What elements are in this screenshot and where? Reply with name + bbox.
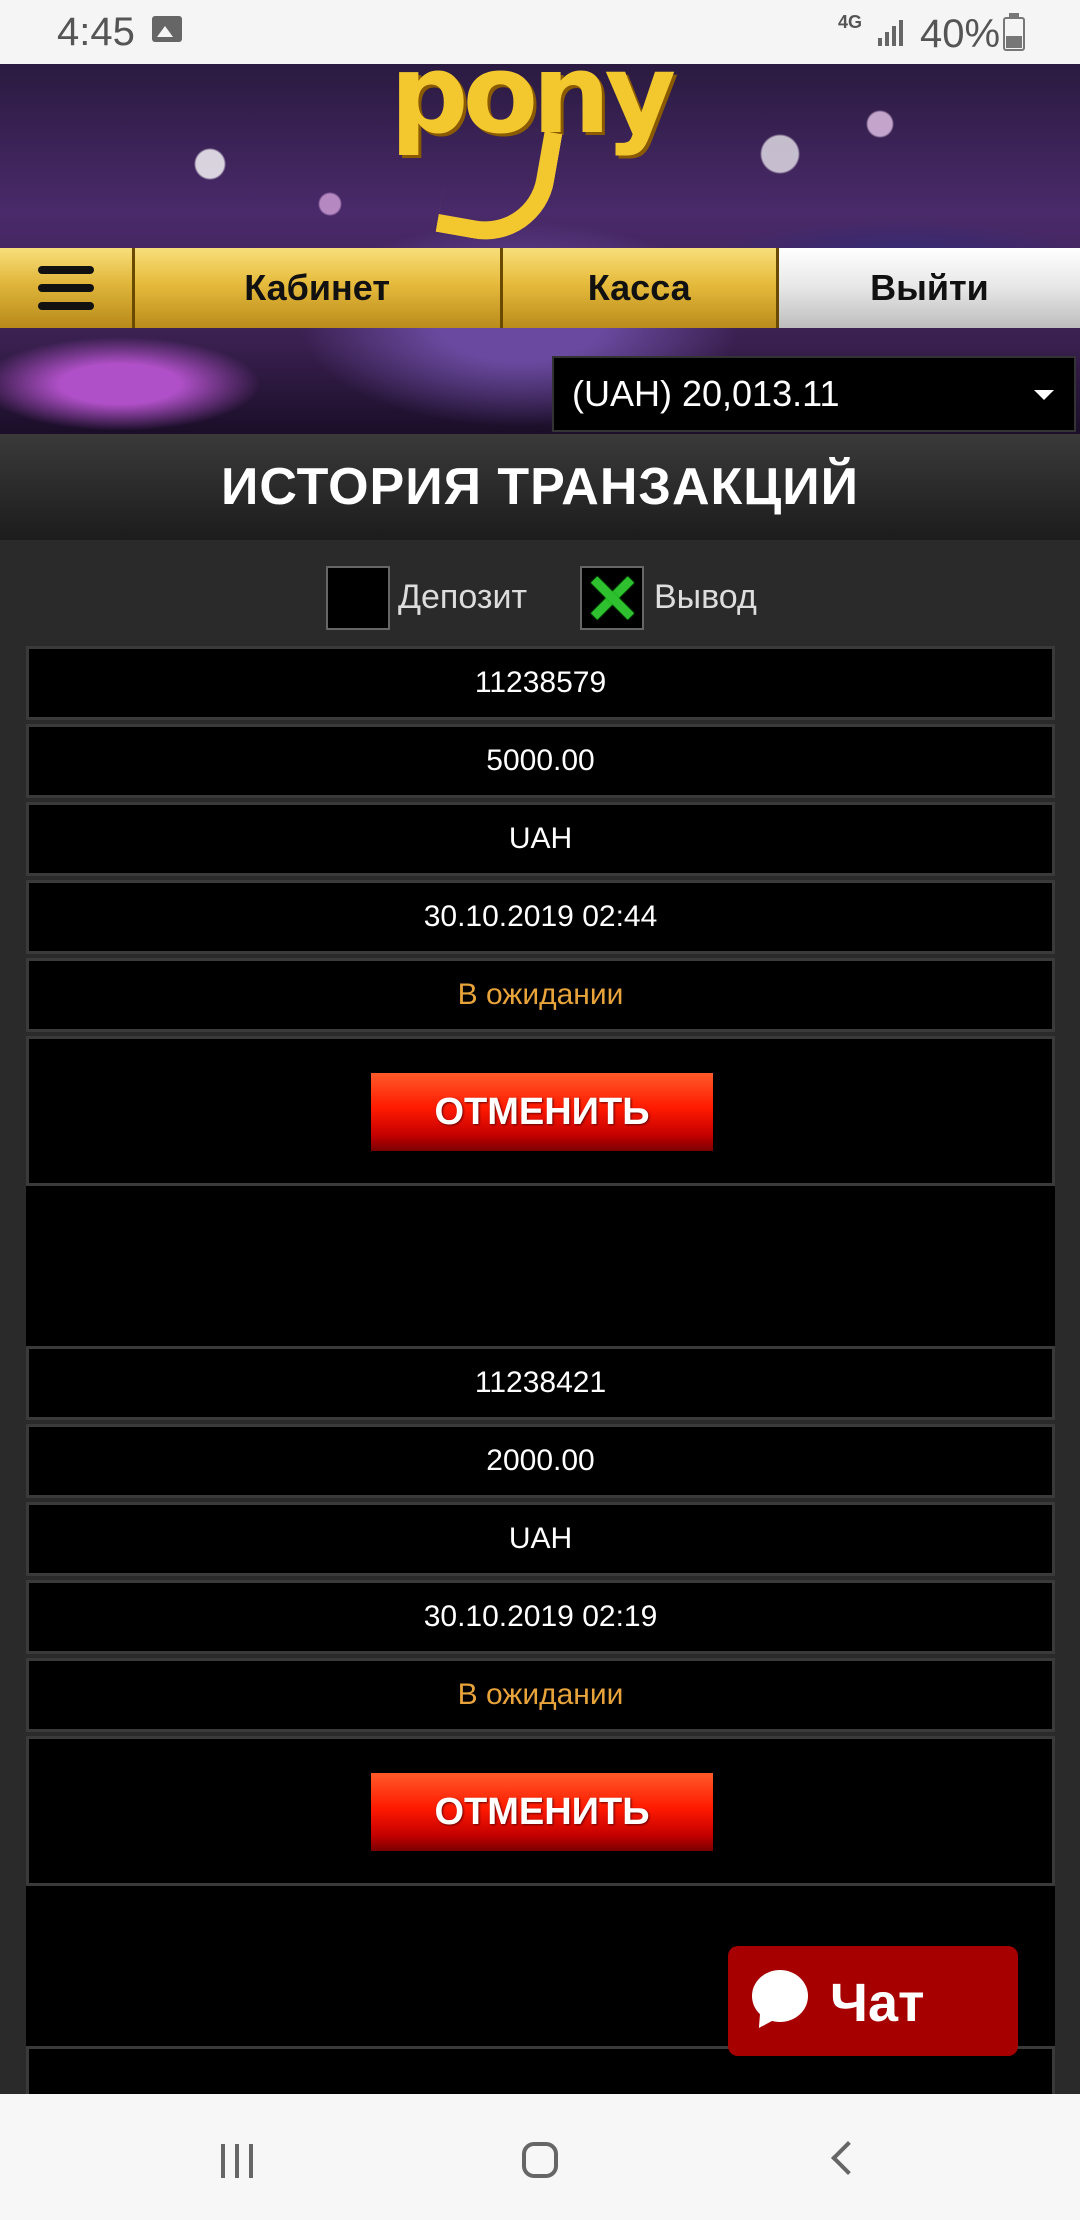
transaction-amount: 5000.00: [26, 724, 1055, 798]
transaction-amount: 2000.00: [26, 1424, 1055, 1498]
transaction-status: В ожидании: [26, 1658, 1055, 1732]
cabinet-button[interactable]: Кабинет: [134, 248, 503, 328]
withdraw-label: Вывод: [654, 578, 757, 616]
balance-select[interactable]: (UAH) 20,013.11: [552, 356, 1076, 432]
transaction-datetime: 30.10.2019 02:19: [26, 1580, 1055, 1654]
transaction-status: В ожидании: [26, 958, 1055, 1032]
transaction-separator: [26, 1186, 1055, 1346]
logout-button[interactable]: Выйти: [778, 248, 1080, 328]
battery-percent: 40%: [920, 12, 1001, 56]
transaction-id: 11238579: [26, 646, 1055, 720]
status-bar: 4:45 4G 40%: [0, 0, 1080, 64]
transaction-actions: ОТМЕНИТЬ: [26, 1036, 1055, 1186]
header-banner: pony Кабинет Касса Выйти (UAH) 20,013.11: [0, 64, 1080, 434]
transaction-actions: ОТМЕНИТЬ: [26, 1736, 1055, 1886]
deposit-label: Депозит: [398, 578, 528, 616]
back-icon[interactable]: [831, 2141, 865, 2175]
signal-icon: [876, 18, 906, 46]
transaction-currency: UAH: [26, 1502, 1055, 1576]
status-time: 4:45: [57, 10, 135, 54]
deposit-checkbox[interactable]: [326, 566, 390, 630]
top-nav: Кабинет Касса Выйти: [0, 248, 1080, 328]
chat-label: Чат: [830, 1973, 925, 2033]
chat-button[interactable]: Чат: [728, 1946, 1018, 2056]
chevron-down-icon: [1034, 390, 1054, 400]
network-type-icon: 4G: [838, 12, 863, 32]
home-icon[interactable]: [522, 2142, 558, 2178]
image-notification-icon: [152, 16, 182, 42]
hamburger-icon: [37, 266, 94, 310]
withdraw-checkbox[interactable]: [580, 566, 644, 630]
recents-icon[interactable]: [221, 2144, 257, 2178]
menu-button[interactable]: [0, 248, 135, 328]
logo-swoosh: [435, 115, 563, 251]
transaction-id: 11238421: [26, 1346, 1055, 1420]
system-nav-bar: [0, 2094, 1080, 2220]
chat-bubble-icon: [752, 1970, 808, 2022]
cancel-button[interactable]: ОТМЕНИТЬ: [371, 1073, 713, 1151]
transaction-datetime: 30.10.2019 02:44: [26, 880, 1055, 954]
cashier-button[interactable]: Касса: [502, 248, 779, 328]
transaction-filters: Депозит Вывод: [0, 566, 1080, 630]
battery-icon: [1003, 13, 1025, 51]
cancel-button[interactable]: ОТМЕНИТЬ: [371, 1773, 713, 1851]
page-title: ИСТОРИЯ ТРАНЗАКЦИЙ: [0, 434, 1080, 540]
transaction-currency: UAH: [26, 802, 1055, 876]
balance-value: (UAH) 20,013.11: [572, 373, 840, 414]
